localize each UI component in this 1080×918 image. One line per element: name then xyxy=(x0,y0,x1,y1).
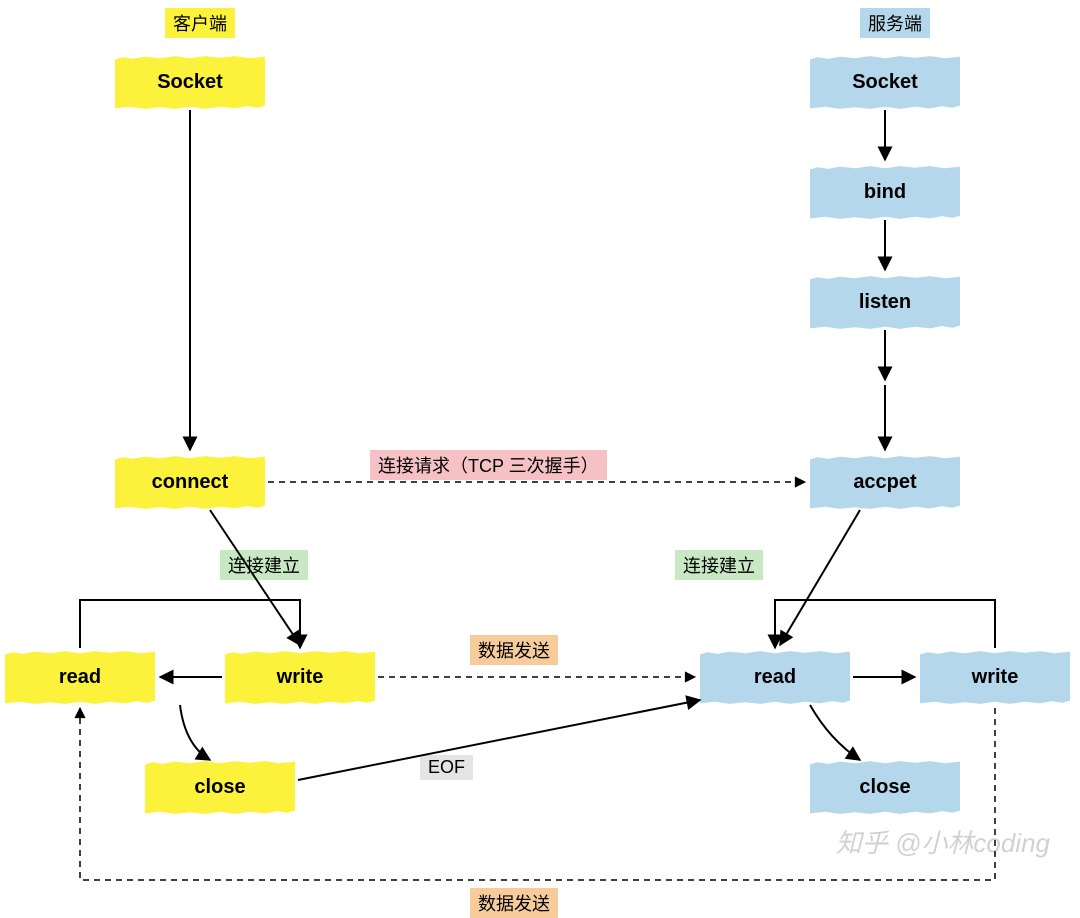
tcp-handshake-label: 连接请求（TCP 三次握手） xyxy=(370,450,607,480)
server-socket-box: Socket xyxy=(810,55,960,110)
server-listen-box: listen xyxy=(810,275,960,330)
eof-label: EOF xyxy=(420,755,473,780)
conn-established-server: 连接建立 xyxy=(675,550,763,580)
server-accept-box: accpet xyxy=(810,455,960,510)
data-send-top-label: 数据发送 xyxy=(470,635,558,665)
client-connect-box: connect xyxy=(115,455,265,510)
server-bind-box: bind xyxy=(810,165,960,220)
client-write-box: write xyxy=(225,650,375,705)
server-read-box: read xyxy=(700,650,850,705)
client-socket-box: Socket xyxy=(115,55,265,110)
data-send-bottom-label: 数据发送 xyxy=(470,888,558,918)
server-title: 服务端 xyxy=(860,8,930,38)
client-title: 客户端 xyxy=(165,8,235,38)
watermark: 知乎 @小林coding xyxy=(836,823,1050,860)
conn-established-client: 连接建立 xyxy=(220,550,308,580)
client-close-box: close xyxy=(145,760,295,815)
server-write-box: write xyxy=(920,650,1070,705)
client-read-box: read xyxy=(5,650,155,705)
server-close-box: close xyxy=(810,760,960,815)
